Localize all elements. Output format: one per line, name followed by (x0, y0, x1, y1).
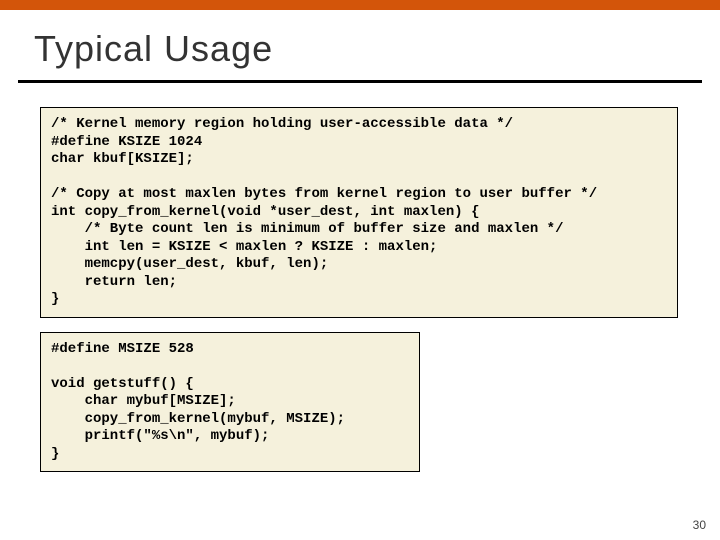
slide: Typical Usage /* Kernel memory region ho… (0, 0, 720, 540)
content-area: /* Kernel memory region holding user-acc… (0, 83, 720, 472)
slide-title: Typical Usage (0, 10, 720, 80)
page-number: 30 (693, 518, 706, 532)
top-accent-bar (0, 0, 720, 10)
code-box-getstuff: #define MSIZE 528 void getstuff() { char… (40, 332, 420, 473)
code-box-kernel: /* Kernel memory region holding user-acc… (40, 107, 678, 318)
